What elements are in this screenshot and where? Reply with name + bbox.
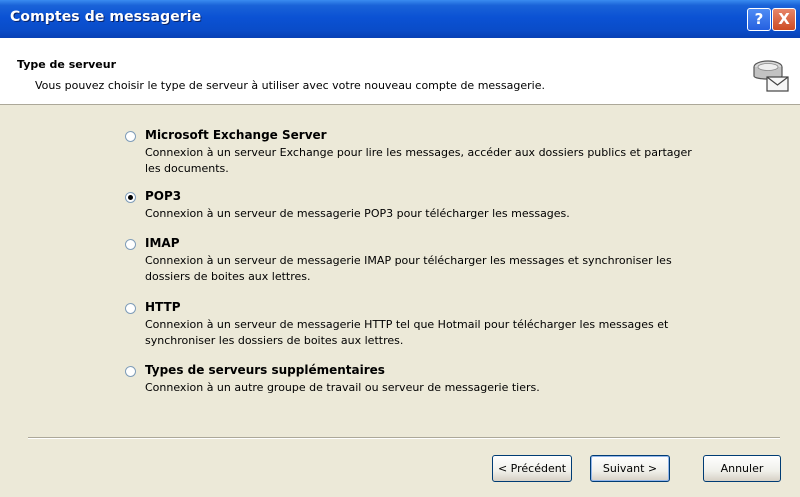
page-subtitle: Vous pouvez choisir le type de serveur à… bbox=[35, 79, 545, 92]
option-additional-label: Types de serveurs supplémentaires bbox=[145, 363, 385, 377]
radio-pop3[interactable] bbox=[125, 192, 136, 203]
radio-exchange[interactable] bbox=[125, 131, 136, 142]
previous-button[interactable]: < Précédent bbox=[492, 455, 572, 482]
option-http-label: HTTP bbox=[145, 300, 181, 314]
option-exchange-description: Connexion à un serveur Exchange pour lir… bbox=[145, 146, 692, 175]
option-pop3-description: Connexion à un serveur de messagerie POP… bbox=[145, 207, 570, 220]
option-imap-description: Connexion à un serveur de messagerie IMA… bbox=[145, 254, 672, 283]
wizard-header: Type de serveur Vous pouvez choisir le t… bbox=[0, 38, 800, 105]
dialog-window: Comptes de messagerie ? X Type de serveu… bbox=[0, 0, 800, 497]
option-http-description: Connexion à un serveur de messagerie HTT… bbox=[145, 318, 669, 347]
next-button[interactable]: Suivant > bbox=[590, 455, 670, 482]
cancel-button[interactable]: Annuler bbox=[703, 455, 781, 482]
window-title: Comptes de messagerie bbox=[10, 9, 202, 25]
help-button[interactable]: ? bbox=[747, 8, 771, 31]
option-pop3-label: POP3 bbox=[145, 189, 182, 203]
radio-http[interactable] bbox=[125, 303, 136, 314]
option-additional-description: Connexion à un autre groupe de travail o… bbox=[145, 381, 540, 394]
title-bar[interactable]: Comptes de messagerie ? X bbox=[0, 0, 800, 38]
radio-additional[interactable] bbox=[125, 366, 136, 377]
option-exchange-label: Microsoft Exchange Server bbox=[145, 128, 327, 142]
radio-imap[interactable] bbox=[125, 239, 136, 250]
separator-line bbox=[28, 437, 780, 439]
option-imap-label: IMAP bbox=[145, 236, 180, 250]
mail-server-icon bbox=[753, 60, 789, 92]
page-title: Type de serveur bbox=[17, 58, 117, 71]
close-button[interactable]: X bbox=[772, 8, 796, 31]
